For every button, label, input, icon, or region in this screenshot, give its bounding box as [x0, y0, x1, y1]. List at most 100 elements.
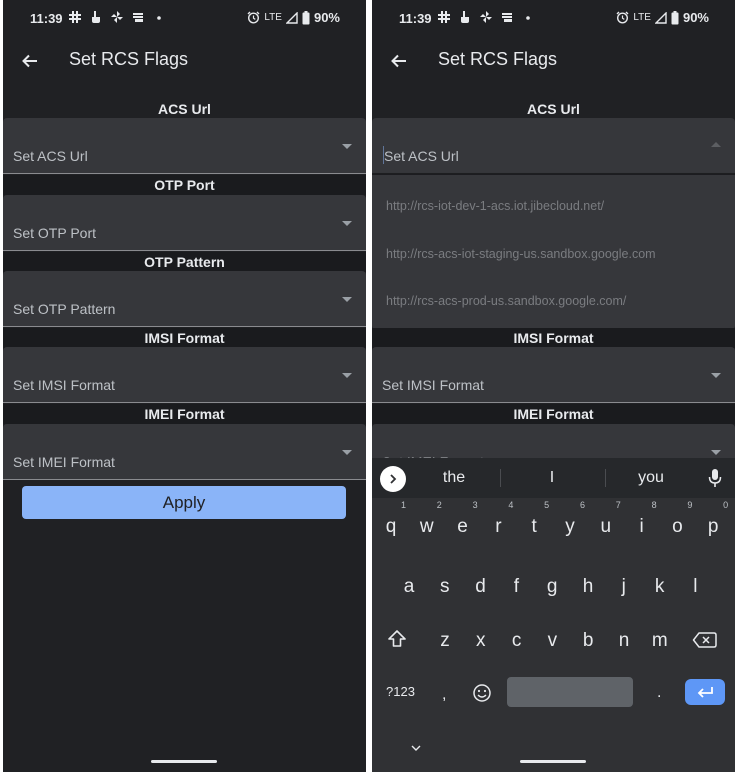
- key-x[interactable]: x: [464, 612, 498, 660]
- key-label: k: [654, 576, 665, 597]
- key-l[interactable]: l: [678, 558, 712, 606]
- key-n[interactable]: n: [607, 612, 641, 660]
- key-label: p: [707, 516, 719, 537]
- status-time: 11:39: [30, 11, 63, 26]
- phone-screen-left: 11:39 LTE 90% Set RCS Flags ACS Url Set …: [3, 0, 366, 772]
- notification-icons: [438, 10, 534, 24]
- key-label: s: [440, 576, 450, 597]
- key-h[interactable]: h: [571, 558, 605, 606]
- suggestion-word[interactable]: you: [619, 458, 683, 498]
- backspace-icon: [692, 632, 717, 648]
- key-w[interactable]: w2: [410, 498, 444, 546]
- suggestion-word[interactable]: the: [422, 458, 486, 498]
- status-bar: 11:39 LTE 90%: [3, 0, 366, 38]
- dropdown-option[interactable]: http://rcs-iot-dev-1-acs.iot.jibecloud.n…: [386, 186, 725, 226]
- dot-icon: [522, 10, 534, 24]
- key-u[interactable]: u7: [589, 498, 623, 546]
- key-v[interactable]: v: [535, 612, 569, 660]
- section-header-imsi-format: IMSI Format: [372, 328, 735, 348]
- key-o[interactable]: o9: [660, 498, 694, 546]
- emoji-key[interactable]: [472, 683, 492, 703]
- dropdown-arrow-icon: [342, 221, 352, 226]
- key-b[interactable]: b: [571, 612, 605, 660]
- dropdown-arrow-icon: [342, 297, 352, 302]
- slack-icon: [69, 10, 81, 24]
- key-label: l: [693, 576, 698, 597]
- system-status: LTE 90%: [616, 10, 709, 25]
- page-title: Set RCS Flags: [69, 49, 189, 69]
- section-header-otp-pattern: OTP Pattern: [3, 252, 366, 272]
- home-indicator[interactable]: [151, 760, 217, 763]
- battery-icon: [671, 10, 679, 24]
- section-header-imei-format: IMEI Format: [3, 404, 366, 424]
- hide-keyboard-button[interactable]: [410, 739, 424, 751]
- hand-touch-icon: [459, 10, 471, 24]
- dropdown-option[interactable]: http://rcs-acs-prod-us.sandbox.google.co…: [386, 281, 725, 321]
- period-key[interactable]: .: [657, 684, 661, 702]
- comma-key[interactable]: ,: [442, 686, 446, 704]
- backspace-key[interactable]: [692, 629, 718, 651]
- key-j[interactable]: j: [607, 558, 641, 606]
- shift-key[interactable]: [386, 628, 412, 654]
- key-label: i: [639, 516, 644, 537]
- voice-input-button[interactable]: [707, 467, 723, 489]
- dropdown-arrow-icon: [711, 450, 721, 455]
- keyboard-menu-button[interactable]: [380, 466, 406, 492]
- key-label: y: [565, 516, 575, 537]
- key-hint: 7: [615, 500, 621, 510]
- status-bar: 11:39 LTE 90%: [372, 0, 735, 38]
- key-k[interactable]: k: [643, 558, 677, 606]
- key-f[interactable]: f: [499, 558, 533, 606]
- key-i[interactable]: i8: [625, 498, 659, 546]
- key-g[interactable]: g: [535, 558, 569, 606]
- key-s[interactable]: s: [428, 558, 462, 606]
- alarm-icon: [616, 11, 629, 24]
- acs-url-dropdown[interactable]: Set ACS Url: [372, 118, 735, 175]
- back-button[interactable]: [17, 48, 43, 74]
- otp-port-dropdown[interactable]: Set OTP Port: [3, 195, 366, 251]
- key-q[interactable]: q1: [374, 498, 408, 546]
- key-label: u: [600, 516, 612, 537]
- key-r[interactable]: r4: [481, 498, 515, 546]
- suggestion-divider: [605, 469, 606, 487]
- imsi-format-dropdown[interactable]: Set IMSI Format: [372, 347, 735, 403]
- key-label: j: [621, 576, 626, 597]
- apply-button[interactable]: Apply: [22, 486, 346, 519]
- imei-format-value: Set IMEI Format: [13, 454, 115, 470]
- notification-card-icon: [501, 10, 513, 24]
- symbols-key[interactable]: ?123: [386, 684, 415, 699]
- home-indicator[interactable]: [520, 760, 586, 763]
- key-m[interactable]: m: [643, 612, 677, 660]
- dropdown-arrow-icon: [342, 450, 352, 455]
- enter-key[interactable]: [685, 679, 725, 705]
- key-e[interactable]: e3: [446, 498, 480, 546]
- key-label: h: [582, 576, 594, 597]
- key-label: q: [385, 516, 397, 537]
- key-p[interactable]: p0: [696, 498, 730, 546]
- pinwheel-icon: [111, 10, 123, 24]
- dropdown-option[interactable]: http://rcs-acs-iot-staging-us.sandbox.go…: [386, 234, 725, 274]
- microphone-icon: [708, 469, 722, 487]
- suggestion-word[interactable]: I: [520, 458, 584, 498]
- key-t[interactable]: t5: [517, 498, 551, 546]
- imsi-format-dropdown[interactable]: Set IMSI Format: [3, 347, 366, 403]
- key-label: a: [403, 576, 415, 597]
- imei-format-dropdown[interactable]: Set IMEI Format: [3, 424, 366, 480]
- space-bar[interactable]: [507, 677, 633, 707]
- key-z[interactable]: z: [428, 612, 462, 660]
- key-c[interactable]: c: [500, 612, 534, 660]
- acs-url-dropdown[interactable]: Set ACS Url: [3, 118, 366, 174]
- key-label: d: [475, 576, 486, 597]
- key-d[interactable]: d: [464, 558, 498, 606]
- key-hint: 4: [508, 500, 514, 510]
- acs-url-value: Set ACS Url: [13, 148, 88, 164]
- key-a[interactable]: a: [392, 558, 426, 606]
- acs-url-input[interactable]: Set ACS Url: [384, 148, 459, 164]
- key-label: b: [582, 630, 594, 651]
- key-hint: 1: [400, 500, 406, 510]
- back-button[interactable]: [386, 48, 412, 74]
- notification-card-icon: [132, 10, 144, 24]
- app-bar: Set RCS Flags: [372, 38, 735, 88]
- key-y[interactable]: y6: [553, 498, 587, 546]
- otp-pattern-dropdown[interactable]: Set OTP Pattern: [3, 271, 366, 327]
